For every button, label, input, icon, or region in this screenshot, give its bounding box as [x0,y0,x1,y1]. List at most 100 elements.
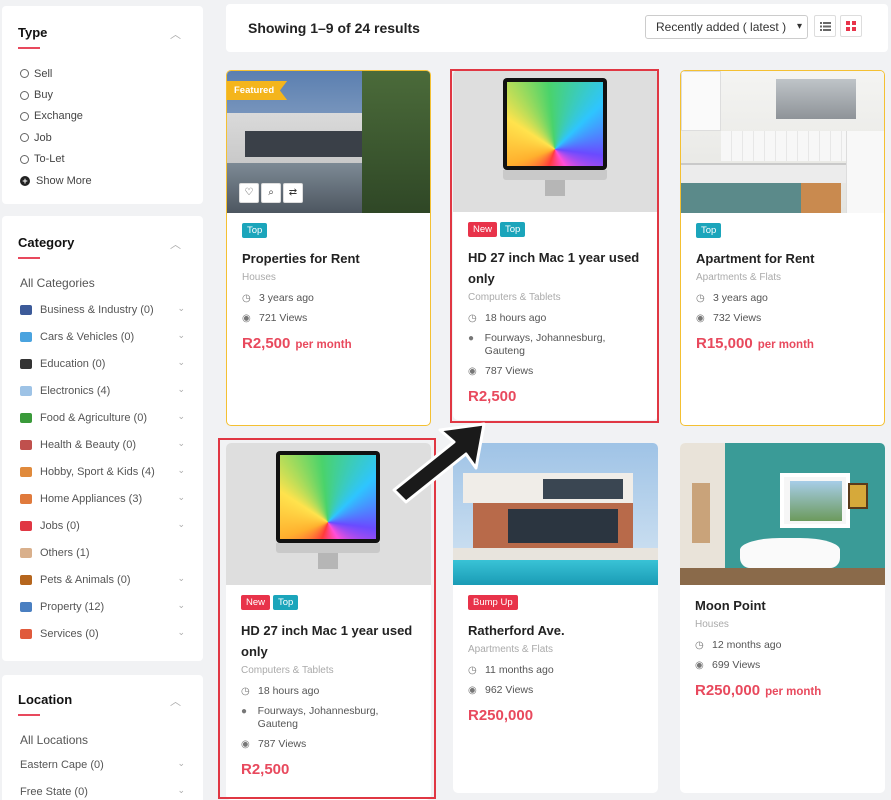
category-label: Jobs (0) [40,519,80,532]
listing-category[interactable]: Houses [695,619,870,630]
eye-icon: ◉ [468,685,477,696]
category-item[interactable]: Jobs (0) ⌄ [2,512,203,539]
category-item[interactable]: Hobby, Sport & Kids (4) ⌄ [2,458,203,485]
chevron-down-icon[interactable]: ⌄ [177,384,185,395]
category-label: Property (12) [40,600,105,613]
eye-icon: ◉ [242,313,251,324]
graduation-cap-icon [20,358,32,369]
listing-category[interactable]: Apartments & Flats [468,644,643,655]
others-icon [20,547,32,558]
chevron-up-icon[interactable]: ︿ [170,236,181,252]
highlight-box [450,69,659,423]
type-option-job[interactable]: Job [2,127,203,148]
pets-icon [20,574,32,585]
location-filter-panel: Location ︿ All Locations Eastern Cape (0)… [2,675,203,800]
clock-icon: ◷ [696,293,705,304]
listing-price: R15,000 per month [696,335,814,352]
category-item[interactable]: Electronics (4) ⌄ [2,377,203,404]
category-item[interactable]: Health & Beauty (0) ⌄ [2,431,203,458]
listing-image-kitchen[interactable] [681,71,884,213]
clock-icon: ◷ [695,640,704,651]
category-item[interactable]: Property (12) ⌄ [2,593,203,620]
business-icon [20,304,32,315]
category-item[interactable]: Education (0) ⌄ [2,350,203,377]
chevron-down-icon[interactable]: ⌄ [177,492,185,503]
location-filter-title[interactable]: Location ︿ [2,692,203,716]
chevron-down-icon[interactable]: ⌄ [177,438,185,449]
category-item[interactable]: Pets & Animals (0) ⌄ [2,566,203,593]
listing-card[interactable]: Featured ♡ ⌕ ⇄ Top Properties for Rent H… [226,70,431,426]
category-filter-title[interactable]: Category ︿ [2,235,203,259]
chevron-down-icon[interactable]: ⌄ [177,357,185,368]
listing-card[interactable]: Moon Point Houses ◷ 12 months ago ◉ 699 Vi… [680,443,885,793]
chevron-down-icon[interactable]: ⌄ [177,627,185,638]
listing-title[interactable]: Properties for Rent [242,248,415,269]
category-item[interactable]: Services (0) ⌄ [2,620,203,647]
clock-icon: ◷ [242,293,251,304]
chevron-down-icon: ⌄ [177,785,185,795]
category-item[interactable]: Home Appliances (3) ⌄ [2,485,203,512]
top-badge: Top [242,223,268,238]
listing-image-bathroom[interactable] [680,443,885,585]
type-option-buy[interactable]: Buy [2,84,203,105]
chevron-down-icon[interactable]: ⌄ [177,330,185,341]
listing-title[interactable]: Moon Point [695,595,870,616]
category-item[interactable]: Business & Industry (0) ⌄ [2,296,203,323]
category-label: Business & Industry (0) [40,303,154,316]
all-locations-link[interactable]: All Locations [2,733,203,747]
listing-card[interactable]: Top Apartment for Rent Apartments & Flat… [680,70,885,426]
plus-icon: + [20,175,30,186]
sort-select[interactable]: Recently added ( latest ) ▾ [645,15,808,39]
show-more-link[interactable]: + Show More [2,170,203,191]
listing-title[interactable]: Apartment for Rent [696,248,869,269]
compare-icon[interactable]: ⇄ [283,183,303,203]
list-view-button[interactable] [814,15,836,37]
zoom-icon[interactable]: ⌕ [261,183,281,203]
listing-category[interactable]: Houses [242,272,415,283]
phone-icon [20,385,32,396]
results-toolbar: Showing 1–9 of 24 results Recently added… [226,4,888,52]
chevron-down-icon: ▾ [796,21,802,32]
radio-icon [20,69,29,79]
chevron-up-icon[interactable]: ︿ [170,693,181,709]
type-option-exchange[interactable]: Exchange [2,106,203,127]
category-item[interactable]: Others (1) [2,539,203,566]
category-filter-panel: Category ︿ All Categories Business & Indu… [2,216,203,661]
top-badge: Top [696,223,722,238]
category-label: Others (1) [40,546,90,559]
type-filter-title[interactable]: Type ︿ [2,25,203,49]
category-item[interactable]: Food & Agriculture (0) ⌄ [2,404,203,431]
radio-icon [20,90,29,100]
listing-image-house[interactable]: Featured ♡ ⌕ ⇄ [227,71,430,213]
listing-title[interactable]: Ratherford Ave. [468,620,643,641]
pointer-arrow-icon [392,422,486,504]
category-item[interactable]: Cars & Vehicles (0) ⌄ [2,323,203,350]
listing-category[interactable]: Apartments & Flats [696,272,869,283]
location-item-free-state[interactable]: Free State (0) ⌄ [2,778,203,800]
chevron-down-icon[interactable]: ⌄ [177,600,185,611]
radio-icon [20,111,29,121]
chevron-down-icon[interactable]: ⌄ [177,573,185,584]
listing-time: 12 months ago [712,639,782,651]
category-label: Pets & Animals (0) [40,573,131,586]
chevron-down-icon[interactable]: ⌄ [177,303,185,314]
chevron-down-icon[interactable]: ⌄ [177,519,185,530]
favorite-icon[interactable]: ♡ [239,183,259,203]
type-option-to-let[interactable]: To-Let [2,149,203,170]
chevron-down-icon[interactable]: ⌄ [177,465,185,476]
location-item-eastern-cape[interactable]: Eastern Cape (0) ⌄ [2,751,203,778]
all-categories-link[interactable]: All Categories [2,276,203,290]
listing-views: 962 Views [485,684,534,696]
property-icon [20,601,32,612]
chevron-down-icon[interactable]: ⌄ [177,411,185,422]
category-label: Services (0) [40,627,99,640]
grid-view-button[interactable] [840,15,862,37]
featured-badge: Featured [227,81,288,100]
radio-icon [20,133,29,143]
type-option-sell[interactable]: Sell [2,63,203,84]
eye-icon: ◉ [696,313,705,324]
listing-price: R250,000 per month [695,682,822,699]
listing-views: 699 Views [712,659,761,671]
chevron-up-icon[interactable]: ︿ [170,26,181,42]
listing-time: 11 months ago [485,664,554,676]
